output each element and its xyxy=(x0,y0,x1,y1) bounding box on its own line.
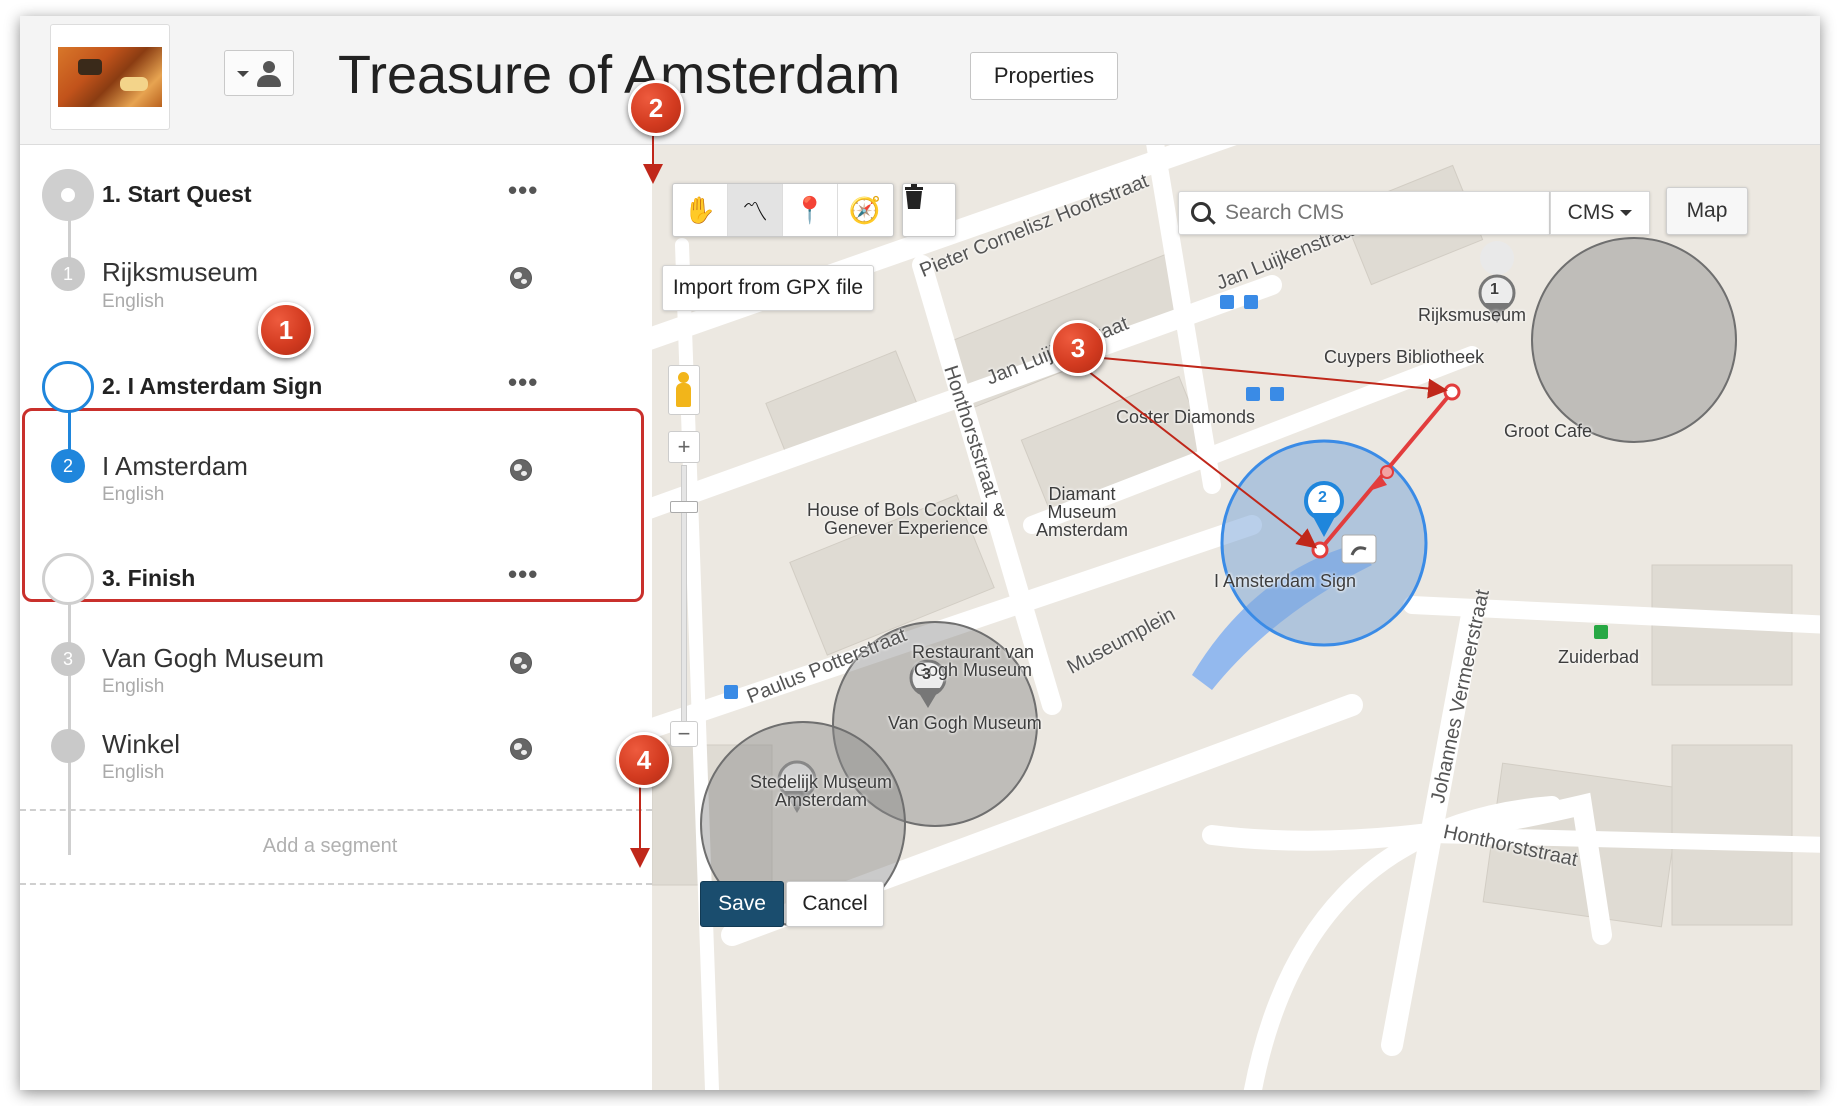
pin-icon[interactable]: 📍 xyxy=(783,184,838,236)
place-label: Coster Diamonds xyxy=(1116,407,1256,427)
zoom-in-button[interactable]: + xyxy=(668,431,700,463)
step-number-badge: 1 xyxy=(51,257,85,291)
place-label: House of Bols Cocktail & Genever Experie… xyxy=(806,500,1006,538)
segment-1-node[interactable] xyxy=(42,169,94,221)
marker-number: 1 xyxy=(1490,281,1499,298)
place-label: Van Gogh Museum xyxy=(888,713,1042,733)
segment-menu-button[interactable]: ••• xyxy=(508,367,538,398)
save-button[interactable]: Save xyxy=(700,881,784,927)
search-cms-box xyxy=(1178,191,1550,235)
callout-badge: 3 xyxy=(1050,320,1106,376)
page-title: Treasure of Amsterdam xyxy=(338,45,901,105)
add-segment-label: Add a segment xyxy=(262,835,398,857)
step-language: English xyxy=(102,484,165,505)
place-label: Restaurant van Gogh Museum xyxy=(911,642,1035,680)
place-label: Rijksmuseum xyxy=(1418,305,1527,325)
map-view[interactable]: Pieter Cornelisz Hooftstraat Jan Luijken… xyxy=(652,145,1820,1090)
properties-button[interactable]: Properties xyxy=(970,52,1118,100)
step-name[interactable]: Van Gogh Museum xyxy=(102,643,324,674)
trash-icon[interactable] xyxy=(902,183,956,237)
step-name[interactable]: Rijksmuseum xyxy=(102,257,258,288)
app-window: Treasure of Amsterdam Properties 1. Star… xyxy=(20,16,1820,1090)
place-label: Stedelijk Museum Amsterdam xyxy=(749,772,893,810)
callout-badge: 1 xyxy=(258,302,314,358)
drawing-toolbar: ✋ 〽 📍 🧭 xyxy=(672,183,894,237)
header-bar: Treasure of Amsterdam Properties xyxy=(20,16,1820,145)
step-name[interactable]: Winkel xyxy=(102,729,180,760)
segment-title[interactable]: 3. Finish xyxy=(102,565,195,592)
zoom-out-button[interactable]: − xyxy=(670,721,698,747)
globe-icon[interactable] xyxy=(510,652,532,674)
segment-3-node[interactable] xyxy=(42,553,94,605)
marker-number: 3 xyxy=(922,666,931,683)
step-language: English xyxy=(102,762,165,783)
globe-icon[interactable] xyxy=(510,738,532,760)
hand-icon[interactable]: ✋ xyxy=(673,184,728,236)
step-number-badge: 3 xyxy=(51,642,85,676)
segment-list-panel: 1. Start Quest ••• 1 Rijksmuseum English… xyxy=(20,145,652,1090)
segment-title[interactable]: 2. I Amsterdam Sign xyxy=(102,373,322,400)
callout-badge: 4 xyxy=(616,732,672,788)
marker-number: 2 xyxy=(1318,489,1327,506)
step-name[interactable]: I Amsterdam xyxy=(102,451,248,482)
place-label: Zuiderbad xyxy=(1558,647,1640,667)
zoom-slider-handle[interactable] xyxy=(670,501,698,513)
step-language: English xyxy=(102,291,165,312)
add-segment-area[interactable]: Add a segment xyxy=(20,809,652,885)
globe-icon[interactable] xyxy=(510,267,532,289)
treasure-map-image xyxy=(58,47,162,107)
callout-badge: 2 xyxy=(628,80,684,136)
segment-title[interactable]: 1. Start Quest xyxy=(102,181,252,208)
place-label: Diamant Museum Amsterdam xyxy=(1035,484,1129,540)
route-icon[interactable]: 〽 xyxy=(728,184,783,236)
compass-icon[interactable]: 🧭 xyxy=(838,184,892,236)
globe-icon[interactable] xyxy=(510,459,532,481)
place-label: Groot Cafe xyxy=(1504,421,1593,441)
owner-dropdown-button[interactable] xyxy=(224,50,294,96)
cancel-button[interactable]: Cancel xyxy=(786,881,884,927)
quest-thumbnail[interactable] xyxy=(50,24,170,130)
step-number-badge: 2 xyxy=(51,449,85,483)
import-gpx-button[interactable]: Import from GPX file xyxy=(662,265,874,311)
step-language: English xyxy=(102,676,165,697)
segment-menu-button[interactable]: ••• xyxy=(508,559,538,590)
search-input[interactable] xyxy=(1223,198,1537,228)
chevron-down-icon xyxy=(237,71,249,77)
place-label: I Amsterdam Sign xyxy=(1214,571,1357,591)
search-icon xyxy=(1191,202,1211,222)
segment-2-node[interactable] xyxy=(42,361,94,413)
cms-dropdown[interactable]: CMS xyxy=(1550,191,1650,235)
step-dot xyxy=(51,729,85,763)
place-label: Cuypers Bibliotheek xyxy=(1324,347,1485,367)
caret-down-icon xyxy=(1620,210,1633,216)
street-view-pegman-icon[interactable] xyxy=(668,365,700,415)
segment-menu-button[interactable]: ••• xyxy=(508,175,538,206)
map-type-button[interactable]: Map xyxy=(1666,187,1748,235)
user-icon xyxy=(263,61,275,73)
